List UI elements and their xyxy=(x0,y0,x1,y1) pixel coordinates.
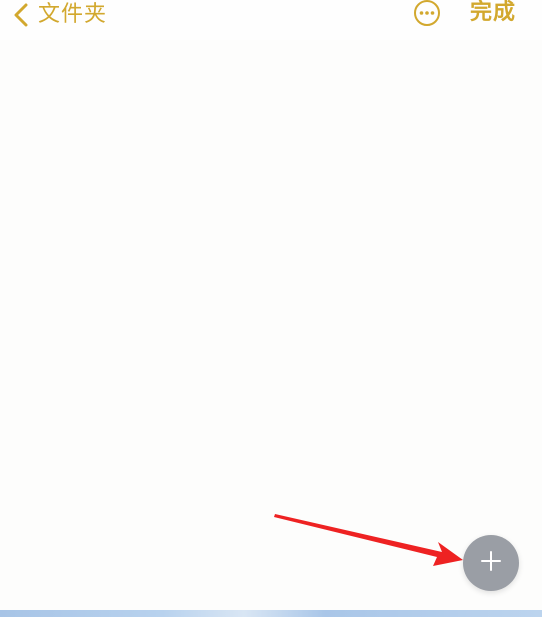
back-button[interactable]: 文件夹 xyxy=(12,0,107,30)
plus-icon xyxy=(479,549,503,577)
bottom-image-strip xyxy=(0,610,542,617)
add-button[interactable] xyxy=(463,535,519,591)
navigation-bar: 文件夹 完成 xyxy=(0,0,542,40)
more-options-button[interactable] xyxy=(412,0,442,30)
note-body-area[interactable] xyxy=(0,40,542,610)
back-button-label: 文件夹 xyxy=(38,2,108,27)
ellipsis-circle-icon xyxy=(413,0,441,31)
chevron-left-icon xyxy=(12,2,30,28)
done-button[interactable]: 完成 xyxy=(470,0,516,30)
notes-editor-screen: 文件夹 完成 xyxy=(0,0,542,617)
